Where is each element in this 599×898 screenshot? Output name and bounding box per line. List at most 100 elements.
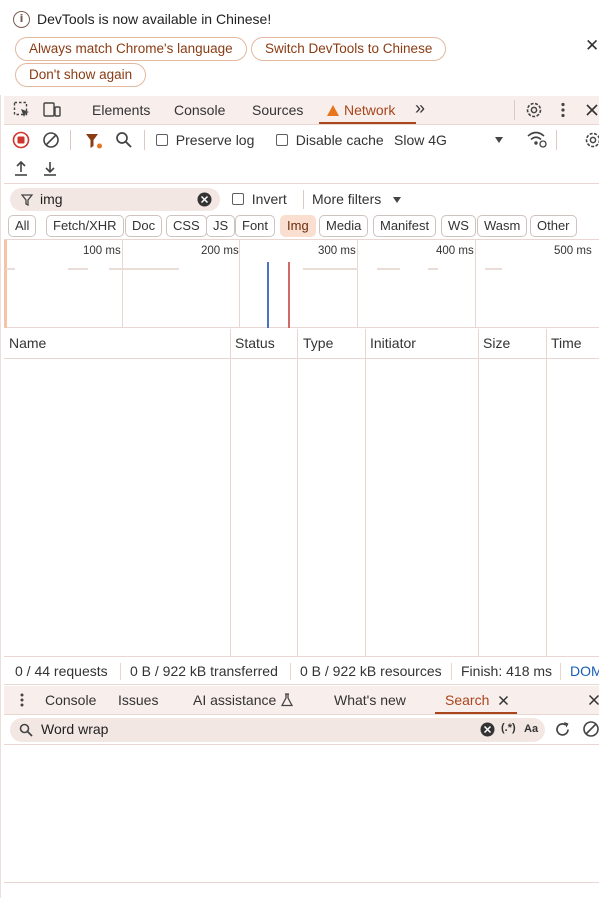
tab-sources[interactable]: Sources bbox=[252, 102, 303, 118]
filter-value: img bbox=[40, 191, 63, 207]
network-toolbar: Preserve log Disable cache Slow 4G bbox=[4, 126, 599, 184]
infobar-close-icon[interactable]: ✕ bbox=[585, 36, 599, 56]
tab-console[interactable]: Console bbox=[174, 102, 225, 118]
chip-fetch-xhr[interactable]: Fetch/XHR bbox=[46, 215, 124, 237]
checkbox-box[interactable] bbox=[232, 193, 244, 205]
throttling-select[interactable]: Slow 4G bbox=[394, 132, 447, 148]
search-icon[interactable] bbox=[115, 131, 133, 149]
column-type[interactable]: Type bbox=[303, 335, 333, 351]
clear-filter-icon[interactable] bbox=[197, 192, 212, 207]
checkbox-box[interactable] bbox=[156, 134, 168, 146]
column-time[interactable]: Time bbox=[551, 335, 582, 351]
network-settings-gear-icon[interactable] bbox=[584, 131, 599, 149]
column-name[interactable]: Name bbox=[9, 335, 46, 351]
column-status[interactable]: Status bbox=[235, 335, 275, 351]
chip-all[interactable]: All bbox=[8, 215, 37, 237]
dont-show-again-button[interactable]: Don't show again bbox=[15, 63, 147, 87]
drawer-tab-console[interactable]: Console bbox=[45, 692, 96, 708]
filter-icon[interactable] bbox=[84, 132, 104, 150]
chip-ws[interactable]: WS bbox=[441, 215, 476, 237]
tick-label: 500 ms bbox=[554, 245, 592, 257]
preserve-log-checkbox[interactable]: Preserve log bbox=[156, 132, 254, 148]
search-query: Word wrap bbox=[41, 721, 109, 737]
network-conditions-icon[interactable] bbox=[526, 130, 548, 148]
network-overview[interactable]: 100 ms 200 ms 300 ms 400 ms 500 ms bbox=[4, 240, 599, 328]
infobar-message: DevTools is now available in Chinese! bbox=[37, 11, 272, 27]
chip-js[interactable]: JS bbox=[206, 215, 236, 237]
regex-toggle[interactable]: (.*) bbox=[501, 722, 516, 734]
match-case-toggle[interactable]: Aa bbox=[524, 723, 538, 735]
resource-type-chips: All Fetch/XHR Doc CSS JS Font Img Media … bbox=[4, 213, 599, 240]
clear-log-icon[interactable] bbox=[42, 131, 60, 149]
clear-search-icon[interactable] bbox=[480, 722, 495, 737]
search-input[interactable]: Word wrap (.*) Aa bbox=[10, 718, 545, 742]
search-results-empty bbox=[4, 745, 599, 882]
drawer-tab-ai-assistance[interactable]: AI assistance bbox=[193, 692, 276, 708]
drawer-menu-icon[interactable] bbox=[18, 692, 26, 708]
disable-cache-label: Disable cache bbox=[295, 132, 384, 148]
chip-css[interactable]: CSS bbox=[166, 215, 207, 237]
resources-size: 0 B / 922 kB resources bbox=[300, 663, 442, 679]
close-devtools-icon[interactable] bbox=[585, 103, 599, 117]
invert-checkbox[interactable]: Invert bbox=[232, 191, 287, 207]
flask-icon bbox=[281, 693, 293, 707]
close-drawer-icon[interactable] bbox=[588, 694, 599, 706]
chip-img[interactable]: Img bbox=[280, 215, 316, 237]
column-initiator[interactable]: Initiator bbox=[370, 335, 416, 351]
chevron-down-icon[interactable] bbox=[494, 136, 504, 144]
divider bbox=[4, 882, 599, 883]
chevron-down-icon[interactable] bbox=[392, 196, 402, 204]
more-filters-dropdown[interactable]: More filters bbox=[312, 191, 381, 207]
settings-gear-icon[interactable] bbox=[525, 101, 543, 119]
invert-label: Invert bbox=[251, 191, 287, 207]
export-har-icon[interactable] bbox=[42, 160, 58, 178]
tab-elements[interactable]: Elements bbox=[92, 102, 150, 118]
drawer-tab-issues[interactable]: Issues bbox=[118, 692, 158, 708]
column-size[interactable]: Size bbox=[483, 335, 510, 351]
drawer-tab-whats-new[interactable]: What's new bbox=[334, 692, 406, 708]
chip-other[interactable]: Other bbox=[530, 215, 577, 237]
kebab-menu-icon[interactable] bbox=[559, 101, 567, 119]
chip-wasm[interactable]: Wasm bbox=[477, 215, 528, 237]
close-search-tab-icon[interactable] bbox=[498, 695, 509, 706]
tick-label: 200 ms bbox=[201, 245, 239, 257]
device-toolbar-icon[interactable] bbox=[42, 101, 62, 119]
inspect-element-icon[interactable] bbox=[13, 101, 31, 119]
grid-line bbox=[239, 240, 240, 328]
request-table-header: Name Status Type Initiator Size Time bbox=[4, 329, 599, 359]
refresh-search-icon[interactable] bbox=[553, 720, 572, 739]
divider bbox=[560, 663, 561, 680]
active-drawer-tab-indicator bbox=[435, 712, 517, 714]
switch-to-chinese-button[interactable]: Switch DevTools to Chinese bbox=[251, 37, 447, 61]
record-stop-icon[interactable] bbox=[12, 131, 30, 149]
import-har-icon[interactable] bbox=[13, 160, 29, 178]
chip-doc[interactable]: Doc bbox=[125, 215, 163, 237]
clear-search-results-icon[interactable] bbox=[582, 720, 599, 738]
chip-manifest[interactable]: Manifest bbox=[373, 215, 437, 237]
match-language-button[interactable]: Always match Chrome's language bbox=[15, 37, 247, 61]
tick-label: 300 ms bbox=[318, 245, 356, 257]
chip-font[interactable]: Font bbox=[235, 215, 276, 237]
ai-assistance-label: AI assistance bbox=[193, 692, 277, 708]
search-icon bbox=[19, 723, 33, 737]
divider bbox=[70, 130, 71, 150]
disable-cache-checkbox[interactable]: Disable cache bbox=[276, 132, 384, 148]
active-tab-indicator bbox=[319, 122, 416, 124]
checkbox-box[interactable] bbox=[276, 134, 288, 146]
divider bbox=[556, 130, 557, 150]
timeline-bar bbox=[485, 268, 502, 270]
more-tabs-icon[interactable]: » bbox=[415, 98, 425, 119]
drawer-tab-search[interactable]: Search bbox=[445, 692, 489, 708]
tick-label: 400 ms bbox=[436, 245, 474, 257]
filter-row: img Invert More filters bbox=[4, 185, 599, 213]
chip-media[interactable]: Media bbox=[319, 215, 369, 237]
dom-content-loaded-line bbox=[267, 262, 269, 328]
finish-time: Finish: 418 ms bbox=[461, 663, 553, 679]
funnel-icon bbox=[21, 194, 33, 206]
summary-bar: 0 / 44 requests 0 B / 922 kB transferred… bbox=[4, 656, 599, 685]
tab-network[interactable]: Network bbox=[327, 102, 395, 118]
filter-input[interactable]: img bbox=[10, 188, 220, 211]
divider bbox=[514, 100, 515, 120]
request-list-empty bbox=[4, 360, 599, 656]
timeline-bar bbox=[428, 268, 438, 270]
